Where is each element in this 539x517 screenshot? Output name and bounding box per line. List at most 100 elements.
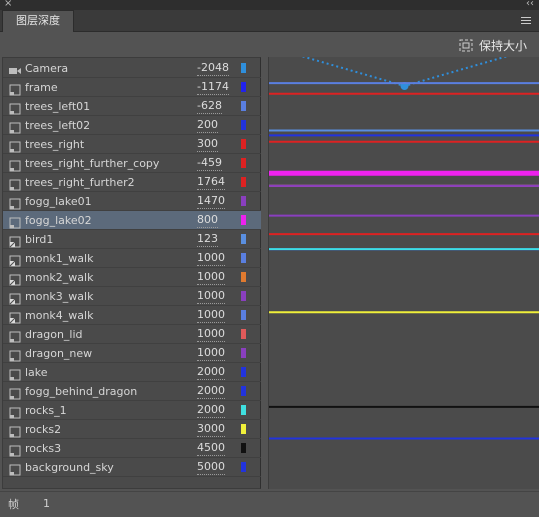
layer-icon — [8, 366, 22, 381]
layer-depth-value[interactable]: 5000 — [197, 459, 225, 475]
movieclip-icon — [8, 252, 22, 267]
layer-name: monk4_walk — [25, 309, 94, 322]
layer-row[interactable]: monk3_walk 1000 — [3, 287, 261, 306]
movieclip-icon — [8, 233, 22, 248]
layer-depth-value[interactable]: 1000 — [197, 345, 225, 361]
layer-row[interactable]: fogg_behind_dragon 2000 — [3, 382, 261, 401]
layer-row[interactable]: rocks3 4500 — [3, 439, 261, 458]
layer-color-swatch[interactable] — [241, 158, 246, 168]
layer-depth-value[interactable]: 1000 — [197, 307, 225, 323]
layer-color-swatch[interactable] — [241, 82, 246, 92]
maintain-size-icon — [459, 39, 473, 51]
layer-depth-value[interactable]: 300 — [197, 136, 218, 152]
movieclip-icon — [8, 290, 22, 305]
layer-name: lake — [25, 366, 48, 379]
layer-color-swatch[interactable] — [241, 177, 246, 187]
layer-color-swatch[interactable] — [241, 443, 246, 453]
layer-row[interactable]: dragon_lid 1000 — [3, 325, 261, 344]
layer-depth-value[interactable]: 2000 — [197, 402, 225, 418]
layer-depth-value[interactable]: 4500 — [197, 440, 225, 456]
movieclip-icon — [8, 271, 22, 286]
layer-row[interactable]: bird1 123 — [3, 230, 261, 249]
tab-layer-depth[interactable]: 图层深度 — [2, 10, 74, 32]
layer-name: trees_right_further_copy — [25, 157, 160, 170]
layer-icon — [8, 119, 22, 134]
layer-row[interactable]: frame -1174 — [3, 78, 261, 97]
layer-name: trees_left01 — [25, 100, 91, 113]
layer-row[interactable]: monk1_walk 1000 — [3, 249, 261, 268]
depth-graph[interactable] — [268, 57, 539, 489]
layer-depth-value[interactable]: 1000 — [197, 250, 225, 266]
layer-depth-value[interactable]: 1000 — [197, 269, 225, 285]
layer-depth-value[interactable]: 1470 — [197, 193, 225, 209]
layer-icon — [8, 195, 22, 210]
layer-row[interactable]: fogg_lake01 1470 — [3, 192, 261, 211]
layer-depth-value[interactable]: 1000 — [197, 288, 225, 304]
layer-icon — [8, 404, 22, 419]
layer-color-swatch[interactable] — [241, 386, 246, 396]
layer-depth-value[interactable]: 800 — [197, 212, 218, 228]
layer-depth-value[interactable]: -459 — [197, 155, 222, 171]
footer-bar: 帧 1 — [0, 491, 539, 517]
layer-color-swatch[interactable] — [241, 348, 246, 358]
layer-color-swatch[interactable] — [241, 329, 246, 339]
layer-depth-value[interactable]: 200 — [197, 117, 218, 133]
layer-depth-value[interactable]: -1174 — [197, 79, 229, 95]
layer-row[interactable]: rocks2 3000 — [3, 420, 261, 439]
layer-row[interactable]: dragon_new 1000 — [3, 344, 261, 363]
frame-number[interactable]: 1 — [43, 497, 50, 510]
layer-color-swatch[interactable] — [241, 253, 246, 263]
layer-name: monk2_walk — [25, 271, 94, 284]
layer-icon — [8, 138, 22, 153]
layer-name: trees_right — [25, 138, 85, 151]
layer-color-swatch[interactable] — [241, 462, 246, 472]
layer-name: fogg_lake01 — [25, 195, 92, 208]
layer-name: rocks3 — [25, 442, 62, 455]
layer-row[interactable]: trees_right 300 — [3, 135, 261, 154]
layer-row[interactable]: monk2_walk 1000 — [3, 268, 261, 287]
layer-color-swatch[interactable] — [241, 310, 246, 320]
layer-name: monk3_walk — [25, 290, 94, 303]
layer-row[interactable]: background_sky 5000 — [3, 458, 261, 477]
layer-color-swatch[interactable] — [241, 101, 246, 111]
layer-depth-value[interactable]: 1764 — [197, 174, 225, 190]
layer-color-swatch[interactable] — [241, 215, 246, 225]
layer-row[interactable]: trees_left01 -628 — [3, 97, 261, 116]
layer-color-swatch[interactable] — [241, 234, 246, 244]
layer-color-swatch[interactable] — [241, 367, 246, 377]
layer-row[interactable]: trees_right_further2 1764 — [3, 173, 261, 192]
layer-depth-value[interactable]: 3000 — [197, 421, 225, 437]
layer-row[interactable]: monk4_walk 1000 — [3, 306, 261, 325]
layer-color-swatch[interactable] — [241, 139, 246, 149]
maintain-size-button[interactable]: 保持大小 — [459, 36, 527, 54]
layer-color-swatch[interactable] — [241, 63, 246, 73]
layer-depth-value[interactable]: -628 — [197, 98, 222, 114]
layer-row[interactable]: lake 2000 — [3, 363, 261, 382]
layer-color-swatch[interactable] — [241, 291, 246, 301]
layer-depth-value[interactable]: -2048 — [197, 60, 229, 76]
camera-frustum — [301, 57, 508, 88]
layer-row[interactable]: trees_right_further_copy -459 — [3, 154, 261, 173]
layer-depth-value[interactable]: 123 — [197, 231, 218, 247]
layer-color-swatch[interactable] — [241, 424, 246, 434]
layer-depth-value[interactable]: 1000 — [197, 326, 225, 342]
layer-row[interactable]: rocks_1 2000 — [3, 401, 261, 420]
maintain-size-label: 保持大小 — [478, 38, 527, 53]
layer-color-swatch[interactable] — [241, 196, 246, 206]
layer-icon — [8, 442, 22, 457]
layer-color-swatch[interactable] — [241, 405, 246, 415]
layer-name: fogg_behind_dragon — [25, 385, 138, 398]
layer-color-swatch[interactable] — [241, 272, 246, 282]
layer-color-swatch[interactable] — [241, 120, 246, 130]
layer-name: background_sky — [25, 461, 114, 474]
panel-menu-icon[interactable] — [521, 17, 531, 25]
layer-depth-value[interactable]: 2000 — [197, 364, 225, 380]
layer-row[interactable]: trees_left02 200 — [3, 116, 261, 135]
layer-depth-value[interactable]: 2000 — [197, 383, 225, 399]
layer-icon — [8, 214, 22, 229]
layer-name: trees_left02 — [25, 119, 91, 132]
layer-row[interactable]: fogg_lake02 800 — [3, 211, 261, 230]
window-top-strip: × ‹‹ — [0, 0, 539, 10]
layer-row[interactable]: Camera -2048 — [3, 59, 261, 78]
layer-name: rocks2 — [25, 423, 62, 436]
